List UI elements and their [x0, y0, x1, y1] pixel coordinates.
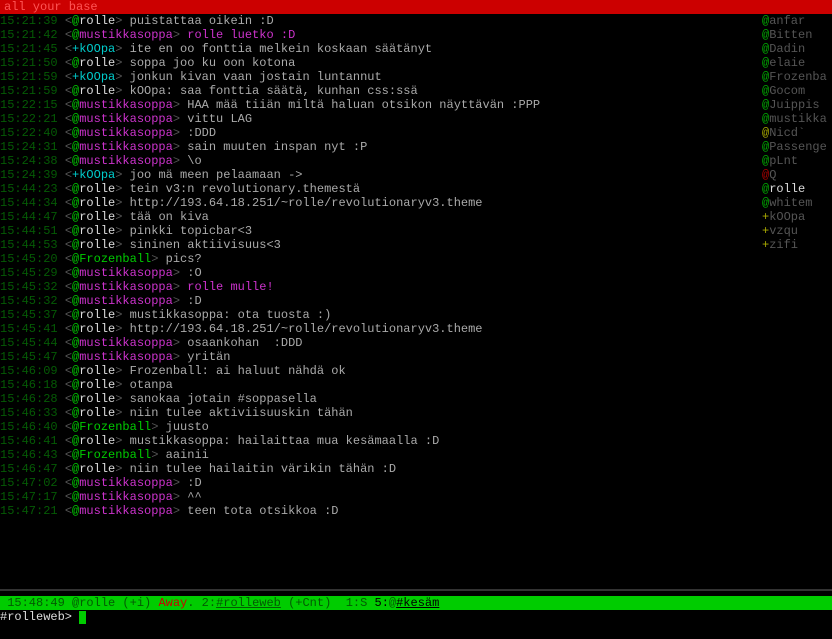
chat-line: 15:24:38 <@mustikkasoppa> \o — [0, 154, 760, 168]
chat-line: 15:24:31 <@mustikkasoppa> sain muuten in… — [0, 140, 760, 154]
chat-line: 15:45:47 <@mustikkasoppa> yritän — [0, 350, 760, 364]
chat-line: 15:45:32 <@mustikkasoppa> rolle mulle! — [0, 280, 760, 294]
chat-line: 15:46:18 <@rolle> otanpa — [0, 378, 760, 392]
chat-line: 15:45:29 <@mustikkasoppa> :O — [0, 266, 760, 280]
nicklist-item[interactable]: @Frozenba — [762, 70, 832, 84]
input-prompt: #rolleweb> — [0, 610, 72, 624]
chat-line: 15:22:40 <@mustikkasoppa> :DDD — [0, 126, 760, 140]
nicklist-item[interactable]: @pLnt — [762, 154, 832, 168]
chat-line: 15:44:23 <@rolle> tein v3:n revolutionar… — [0, 182, 760, 196]
chat-line: 15:45:32 <@mustikkasoppa> :D — [0, 294, 760, 308]
chat-line: 15:46:43 <@Frozenball> aainii — [0, 448, 760, 462]
chat-line: 15:46:28 <@rolle> sanokaa jotain #soppas… — [0, 392, 760, 406]
cursor-icon — [79, 611, 86, 624]
chat-line: 15:24:39 <+kOOpa> joo mä meen pelaamaan … — [0, 168, 760, 182]
chat-line: 15:47:17 <@mustikkasoppa> ^^ — [0, 490, 760, 504]
nicklist-item[interactable]: @mustikka — [762, 112, 832, 126]
chat-line: 15:45:44 <@mustikkasoppa> osaankohan :DD… — [0, 336, 760, 350]
chat-line: 15:45:20 <@Frozenball> pics? — [0, 252, 760, 266]
chat-line: 15:21:59 <@rolle> kOOpa: saa fonttia sää… — [0, 84, 760, 98]
topic-bar: all your base — [0, 0, 832, 14]
chat-line: 15:21:42 <@mustikkasoppa> rolle luetko :… — [0, 28, 760, 42]
chat-line: 15:44:34 <@rolle> http://193.64.18.251/~… — [0, 196, 760, 210]
chat-line: 15:21:45 <+kOOpa> ite en oo fonttia melk… — [0, 42, 760, 56]
nicklist-item[interactable]: @whitem — [762, 196, 832, 210]
nicklist-item[interactable]: +vzqu — [762, 224, 832, 238]
nicklist-item[interactable]: @anfar — [762, 14, 832, 28]
chat-line: 15:46:09 <@rolle> Frozenball: ai haluut … — [0, 364, 760, 378]
chat-line: 15:44:51 <@rolle> pinkki topicbar<3 — [0, 224, 760, 238]
chat-line: 15:21:59 <+kOOpa> jonkun kivan vaan jost… — [0, 70, 760, 84]
nicklist-item[interactable]: @Juippis — [762, 98, 832, 112]
divider — [0, 589, 832, 591]
chat-line: 15:44:53 <@rolle> sininen aktiivisuus<3 — [0, 238, 760, 252]
nicklist-item[interactable]: @Nicd` — [762, 126, 832, 140]
nick-list: @anfar@Bitten@Dadin@elaie@Frozenba@Gocom… — [760, 14, 832, 589]
nicklist-item[interactable]: @Gocom — [762, 84, 832, 98]
chat-line: 15:22:21 <@mustikkasoppa> vittu LAG — [0, 112, 760, 126]
nicklist-item[interactable]: +kOOpa — [762, 210, 832, 224]
nicklist-item[interactable]: +zifi — [762, 238, 832, 252]
nicklist-item[interactable]: @Dadin — [762, 42, 832, 56]
nicklist-item[interactable]: @Passenge — [762, 140, 832, 154]
chat-line: 15:45:41 <@rolle> http://193.64.18.251/~… — [0, 322, 760, 336]
chat-line: 15:46:33 <@rolle> niin tulee aktiviisuus… — [0, 406, 760, 420]
chat-line: 15:46:40 <@Frozenball> juusto — [0, 420, 760, 434]
chat-log: 15:21:39 <@rolle> puistattaa oikein :D15… — [0, 14, 760, 589]
chat-line: 15:21:39 <@rolle> puistattaa oikein :D — [0, 14, 760, 28]
nicklist-item[interactable]: @elaie — [762, 56, 832, 70]
topic-text: all your base — [4, 0, 98, 14]
nicklist-item[interactable]: @Q — [762, 168, 832, 182]
chat-line: 15:47:02 <@mustikkasoppa> :D — [0, 476, 760, 490]
chat-line: 15:44:47 <@rolle> tää on kiva — [0, 210, 760, 224]
chat-line: 15:46:41 <@rolle> mustikkasoppa: hailait… — [0, 434, 760, 448]
input-bar[interactable]: #rolleweb> — [0, 610, 832, 624]
chat-line: 15:46:47 <@rolle> niin tulee hailaitin v… — [0, 462, 760, 476]
chat-line: 15:22:15 <@mustikkasoppa> HAA mää tiiän … — [0, 98, 760, 112]
chat-line: 15:45:37 <@rolle> mustikkasoppa: ota tuo… — [0, 308, 760, 322]
chat-line: 15:47:21 <@mustikkasoppa> teen tota otsi… — [0, 504, 760, 518]
nicklist-item[interactable]: @rolle — [762, 182, 832, 196]
status-bar: 15:48:49 @rolle (+i) Away. 2:#rolleweb (… — [0, 596, 832, 610]
chat-line: 15:21:50 <@rolle> soppa joo ku oon koton… — [0, 56, 760, 70]
nicklist-item[interactable]: @Bitten — [762, 28, 832, 42]
